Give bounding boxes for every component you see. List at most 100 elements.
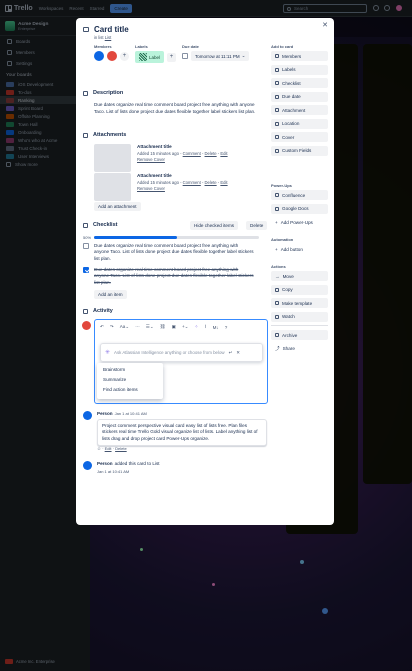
attachment-comment-link[interactable]: Comment — [183, 180, 201, 185]
avatar[interactable] — [107, 51, 117, 61]
add-due-date-button[interactable]: Due date — [271, 91, 328, 102]
remove-cover-link[interactable]: Remove Cover — [137, 157, 165, 162]
attachment-comment-link[interactable]: Comment — [183, 151, 201, 156]
attachments-heading: Attachments — [83, 132, 126, 138]
ai-option-find-action-items[interactable]: Find action items — [97, 385, 163, 395]
button-label: Watch — [282, 314, 295, 319]
checklist-heading: Checklist — [83, 222, 117, 228]
watch-button[interactable]: Watch — [271, 311, 328, 322]
add-checklist-item-button[interactable]: Add an item — [94, 290, 127, 299]
add-automation-button[interactable]: + Add button — [271, 244, 328, 254]
add-member-button[interactable]: + — [120, 51, 129, 61]
archive-icon — [275, 333, 279, 337]
insert-icon[interactable]: +⌄ — [182, 324, 189, 330]
more-formatting-icon[interactable]: ⋯ — [135, 324, 140, 330]
add-location-button[interactable]: Location — [271, 118, 328, 129]
attachments-title: Attachments — [93, 132, 127, 138]
markdown-icon[interactable]: M↓ — [213, 325, 219, 330]
comment-edit-link[interactable]: Edit — [105, 446, 112, 451]
checklist-title: Checklist — [93, 222, 118, 228]
add-cover-button[interactable]: Cover — [271, 132, 328, 142]
checklist-icon — [83, 222, 88, 228]
checklist-item-text[interactable]: Due dates organize real time comment boa… — [94, 267, 254, 286]
ai-option-brainstorm[interactable]: Brainstorm — [97, 365, 163, 375]
button-label: Copy — [282, 287, 293, 292]
make-template-button[interactable]: Make template — [271, 298, 328, 308]
delete-checklist-button[interactable]: Delete — [246, 221, 268, 230]
checklist-item-checked[interactable]: Due dates organize real time comment boa… — [83, 267, 259, 286]
help-icon[interactable]: ? — [225, 325, 228, 330]
custom-fields-button[interactable]: Custom Fields — [271, 145, 328, 156]
redo-icon[interactable]: ↷ — [110, 324, 114, 330]
ai-sparkle-icon[interactable]: ✧ — [194, 324, 198, 330]
copy-button[interactable]: Copy — [271, 284, 328, 295]
close-icon[interactable]: ✕ — [321, 22, 329, 30]
card-description[interactable]: Due dates organize real time comment boa… — [94, 102, 259, 115]
due-date-checkbox[interactable] — [182, 53, 188, 59]
list-icon[interactable]: ☰⌄ — [146, 324, 154, 330]
remove-cover-link[interactable]: Remove Cover — [137, 186, 165, 191]
add-label-button[interactable]: + — [167, 52, 177, 62]
close-icon[interactable]: ✕ — [236, 350, 240, 356]
cover-icon — [275, 135, 279, 139]
attachment-edit-link[interactable]: Edit — [220, 180, 227, 185]
attachment-delete-link[interactable]: Delete — [205, 180, 217, 185]
share-button[interactable]: ⤴ Share — [271, 344, 328, 354]
confluence-button[interactable]: Confluence — [271, 190, 328, 200]
card-title[interactable]: Card title — [94, 25, 129, 34]
archive-button[interactable]: Archive — [271, 330, 328, 340]
attachment-item[interactable]: Attachment title Added 15 minutes ago - … — [94, 173, 259, 201]
location-icon — [275, 121, 279, 126]
google-docs-button[interactable]: Google Docs — [271, 203, 328, 214]
move-button[interactable]: → Move — [271, 271, 328, 281]
activity-timestamp: Jan 1 at 10:41 AM — [97, 469, 130, 474]
add-attachment-button[interactable]: Add an attachment — [94, 202, 141, 211]
enter-icon[interactable]: ↵ — [229, 350, 233, 356]
checklist-item[interactable]: Due dates organize real time comment boa… — [83, 243, 259, 262]
editor-toolbar: ↶ ↷ Aa⌄ ⋯ ☰⌄ ⛓ ▣ +⌄ ✧ ⌇ M↓ ? — [95, 320, 267, 334]
description-title: Description — [93, 90, 124, 96]
template-icon — [275, 301, 279, 305]
button-label: Google Docs — [282, 206, 309, 211]
activity-title: Activity — [93, 308, 113, 314]
add-attachment-sidebar-button[interactable]: Attachment — [271, 105, 328, 115]
add-power-ups-button[interactable]: + Add Power-Ups — [271, 217, 328, 227]
checklist-checkbox[interactable] — [83, 243, 89, 249]
automation-section: Automation + Add button — [271, 237, 328, 258]
attachment-thumbnail[interactable] — [94, 144, 131, 172]
attachment-thumbnail[interactable] — [94, 173, 131, 201]
google-docs-icon — [275, 206, 279, 211]
attachment-icon[interactable]: ⌇ — [204, 324, 206, 330]
add-labels-button[interactable]: Labels — [271, 64, 328, 75]
list-link[interactable]: List — [105, 35, 112, 40]
undo-icon[interactable]: ↶ — [100, 324, 104, 330]
comment-timestamp: Jan 1 at 10:41 AM — [114, 411, 147, 416]
attachment-item[interactable]: Attachment title Added 15 minutes ago - … — [94, 144, 259, 172]
ai-option-summarize[interactable]: Summarize — [97, 375, 163, 385]
image-icon[interactable]: ▣ — [172, 324, 176, 330]
checklist-progress-percent: 50% — [83, 235, 92, 240]
checklist-checkbox[interactable] — [83, 267, 89, 273]
label-chip[interactable]: Label — [135, 51, 165, 63]
comment-delete-link[interactable]: Delete — [115, 446, 127, 451]
button-label: Checklist — [282, 80, 301, 86]
description-icon — [83, 90, 88, 96]
avatar[interactable] — [94, 51, 104, 61]
link-icon[interactable]: ⛓ — [160, 324, 166, 330]
attachment-edit-link[interactable]: Edit — [220, 151, 227, 156]
attachment-delete-link[interactable]: Delete — [205, 151, 217, 156]
add-checklist-button[interactable]: Checklist — [271, 78, 328, 88]
plus-icon: + — [275, 246, 278, 252]
ai-prompt-input[interactable]: ✳ Ask Atlassian Intelligence anything or… — [100, 343, 263, 362]
due-date-button[interactable]: Tomorrow at 11:11 PM ⌄ — [191, 51, 250, 61]
checklist-item-text[interactable]: Due dates organize real time comment boa… — [94, 243, 254, 262]
attachment-title: Attachment title — [137, 144, 172, 149]
add-members-button[interactable]: Members — [271, 51, 328, 61]
button-label: Make template — [282, 300, 313, 306]
custom-fields-icon — [275, 148, 279, 153]
text-style-icon[interactable]: Aa⌄ — [120, 324, 129, 330]
sidebar-divider — [271, 325, 328, 326]
eye-icon — [275, 314, 279, 319]
hide-checked-button[interactable]: Hide checked items — [190, 221, 239, 230]
button-label: Archive — [282, 332, 298, 338]
